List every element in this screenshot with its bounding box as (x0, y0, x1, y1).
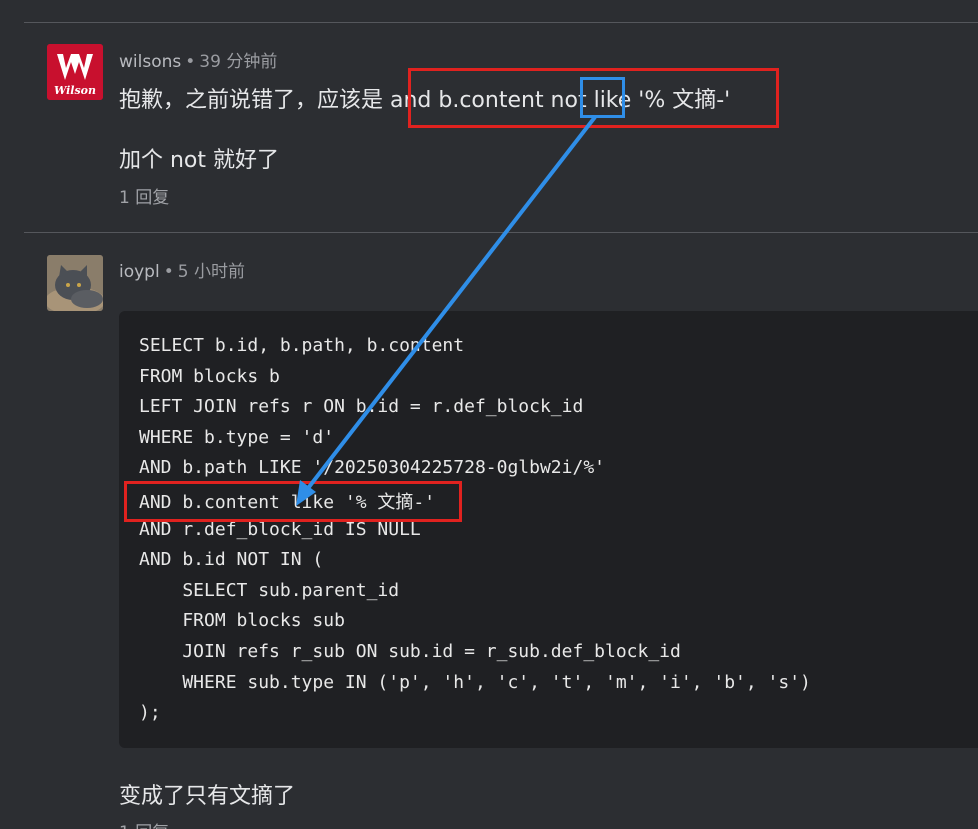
code-line: AND b.path LIKE '/20250304225728-0glbw2i… (139, 457, 605, 478)
meta-separator: • (163, 262, 174, 282)
comment-meta: wilsons • 39 分钟前 (119, 47, 277, 72)
code-line: AND r.def_block_id IS NULL (139, 519, 421, 540)
code-line: SELECT sub.parent_id (139, 580, 400, 601)
comment-text-after-code: 变成了只有文摘了 (119, 784, 296, 809)
code-line: FROM blocks b (139, 366, 280, 387)
code-line: JOIN refs r_sub ON sub.id = r_sub.def_bl… (139, 641, 681, 662)
comment-divider (24, 232, 978, 233)
author-name[interactable]: ioypl (119, 262, 160, 282)
avatar-ioypl[interactable] (47, 255, 103, 311)
reply-count-link[interactable]: 1 回复 (119, 818, 169, 829)
cat-photo-icon (47, 255, 103, 311)
svg-text:Wilson: Wilson (54, 84, 96, 97)
comment-meta: ioypl • 5 小时前 (119, 257, 245, 282)
highlight-box-not (580, 77, 625, 118)
wilson-logo-icon: Wilson (47, 44, 103, 100)
code-line: AND b.id NOT IN ( (139, 549, 324, 570)
code-line: SELECT b.id, b.path, b.content (139, 335, 465, 356)
sql-code-block: SELECT b.id, b.path, b.content FROM bloc… (119, 311, 978, 748)
comment-thread: Wilson wilsons • 39 分钟前 抱歉，之前说错了，应该是 and b… (0, 0, 978, 829)
author-name[interactable]: wilsons (119, 52, 181, 72)
meta-separator: • (185, 52, 196, 72)
code-line: FROM blocks sub (139, 610, 345, 631)
reply-count-link[interactable]: 1 回复 (119, 183, 169, 208)
code-line: LEFT JOIN refs r ON b.id = r.def_block_i… (139, 396, 584, 417)
timestamp[interactable]: 5 小时前 (178, 262, 245, 282)
code-line: ); (139, 702, 161, 723)
highlight-box-sql-line (124, 481, 462, 522)
code-line: WHERE sub.type IN ('p', 'h', 'c', 't', '… (139, 672, 811, 693)
comment-text-line-2: 加个 not 就好了 (119, 148, 280, 173)
timestamp[interactable]: 39 分钟前 (199, 52, 277, 72)
avatar-wilsons[interactable]: Wilson (47, 44, 103, 100)
code-line: WHERE b.type = 'd' (139, 427, 335, 448)
